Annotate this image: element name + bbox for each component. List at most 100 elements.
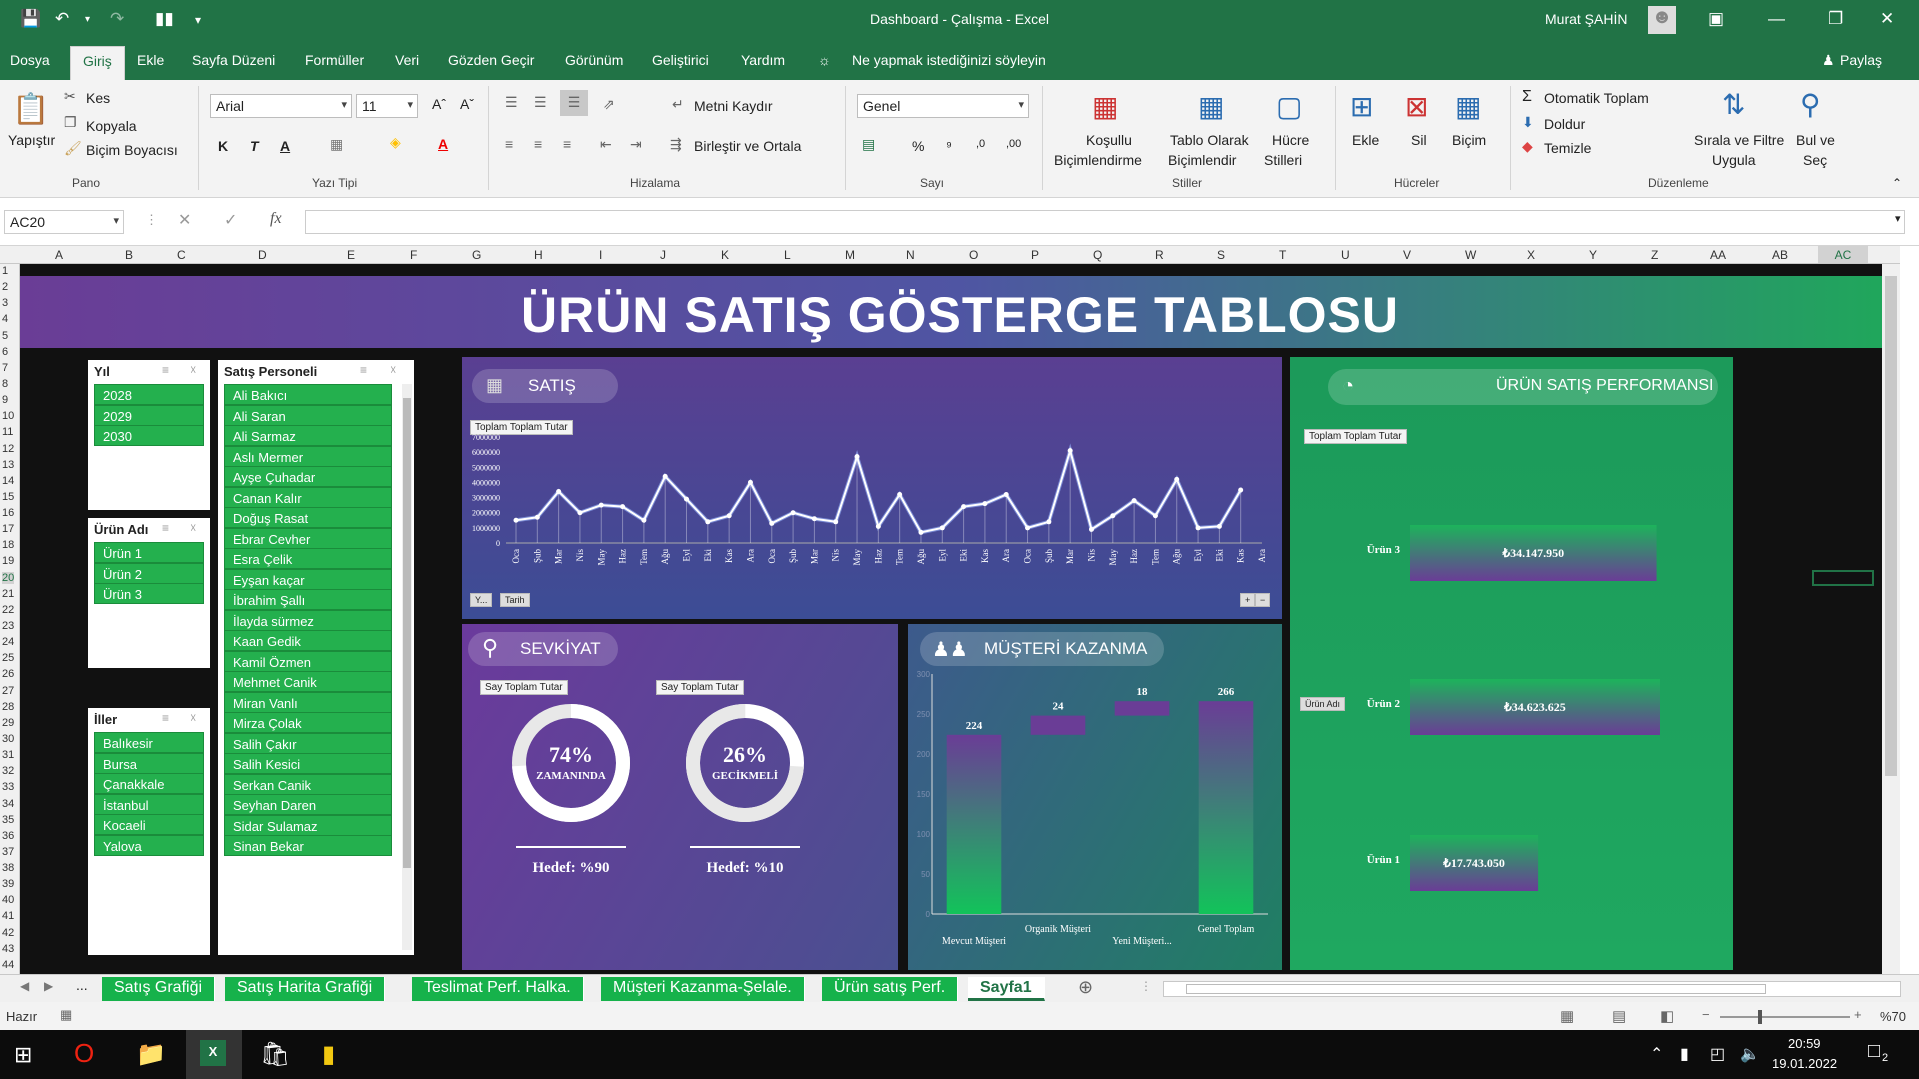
slicer-item[interactable]: Esra Çelik [224, 548, 392, 569]
slicer-item[interactable]: Mehmet Canik [224, 671, 392, 692]
restore-icon[interactable]: ❐ [1828, 9, 1843, 29]
autosum-icon[interactable]: Σ [1522, 88, 1532, 106]
align-right-icon[interactable]: ≡ [563, 136, 571, 152]
slicer-item[interactable]: Salih Kesici [224, 753, 392, 774]
column-header[interactable]: A [55, 248, 63, 262]
row-header[interactable]: 29 [2, 717, 14, 729]
user-name[interactable]: Murat ŞAHİN [1545, 11, 1627, 27]
row-header[interactable]: 12 [2, 443, 14, 455]
row-header[interactable]: 18 [2, 539, 14, 551]
column-header[interactable]: B [125, 248, 133, 262]
minimize-icon[interactable]: — [1768, 9, 1785, 29]
column-header[interactable]: M [845, 248, 855, 262]
sheet-tab-urun-satis-perf[interactable]: Ürün satış Perf. [822, 977, 959, 1001]
slicer-item[interactable]: Ürün 3 [94, 583, 204, 604]
excel-icon[interactable]: X [200, 1040, 226, 1066]
selected-cell[interactable] [1812, 570, 1874, 586]
row-header[interactable]: 32 [2, 765, 14, 777]
cut-button[interactable]: Kes [86, 90, 110, 106]
slicer-item[interactable]: Ali Sarmaz [224, 425, 392, 446]
avatar[interactable]: ☻ [1648, 6, 1676, 34]
insert-cells-button[interactable]: Ekle [1352, 132, 1379, 148]
slicer-item[interactable]: Mirza Çolak [224, 712, 392, 733]
row-header[interactable]: 14 [2, 475, 14, 487]
sheet-tab-teslimat[interactable]: Teslimat Perf. Halka. [412, 977, 584, 1001]
row-header[interactable]: 40 [2, 894, 14, 906]
increase-indent-icon[interactable]: ⇥ [630, 136, 642, 153]
fill-button[interactable]: Doldur [1544, 116, 1585, 132]
format-cells-icon[interactable]: ▦ [1455, 90, 1481, 123]
zoom-slider[interactable] [1720, 1010, 1850, 1024]
find-select-label-1[interactable]: Bul ve [1796, 132, 1835, 148]
row-header[interactable]: 28 [2, 701, 14, 713]
slicer-item[interactable]: Yalova [94, 834, 204, 856]
shrink-font-icon[interactable]: Aˇ [460, 96, 474, 112]
shipment-tag-2[interactable]: Say Toplam Tutar [656, 680, 744, 695]
grow-font-icon[interactable]: Aˆ [432, 96, 446, 112]
paste-icon[interactable]: 📋 [12, 92, 49, 127]
clear-filter-icon[interactable]: ☓ [190, 711, 196, 725]
multi-select-icon[interactable]: ≡ [360, 363, 367, 377]
tab-gozden-gecir[interactable]: Gözden Geçir [448, 52, 534, 68]
cell-styles-label-2[interactable]: Stilleri [1264, 152, 1302, 168]
tell-me-box[interactable]: Ne yapmak istediğinizi söyleyin [852, 52, 1046, 68]
row-header[interactable]: 39 [2, 878, 14, 890]
sheet-tab-sayfa1[interactable]: Sayfa1 [968, 977, 1045, 1001]
row-header[interactable]: 6 [2, 346, 8, 358]
tab-giris[interactable]: Giriş [70, 46, 125, 81]
zoom-level[interactable]: %70 [1880, 1009, 1906, 1024]
accounting-icon[interactable]: ▤ [862, 136, 875, 153]
multi-select-icon[interactable]: ≡ [162, 363, 169, 377]
column-header[interactable]: O [969, 248, 978, 262]
column-header[interactable]: H [534, 248, 543, 262]
shipment-tag-1[interactable]: Say Toplam Tutar [480, 680, 568, 695]
paste-button[interactable]: Yapıştır [8, 132, 55, 148]
column-header[interactable]: G [472, 248, 481, 262]
row-header[interactable]: 4 [2, 313, 8, 325]
slicer-item[interactable]: Seyhan Daren [224, 794, 392, 815]
delete-cells-button[interactable]: Sil [1411, 132, 1427, 148]
column-header[interactable]: U [1341, 248, 1350, 262]
opera-icon[interactable]: O [74, 1038, 94, 1069]
macro-record-icon[interactable]: ▦ [60, 1007, 72, 1023]
tab-gorunum[interactable]: Görünüm [565, 52, 623, 68]
format-as-table-label-1[interactable]: Tablo Olarak [1170, 132, 1249, 148]
align-middle-icon[interactable]: ☰ [534, 94, 547, 111]
multi-select-icon[interactable]: ≡ [162, 711, 169, 725]
slicer-item[interactable]: Ali Saran [224, 404, 392, 426]
slicer-item[interactable]: Aslı Mermer [224, 445, 392, 467]
row-header[interactable]: 20 [2, 571, 15, 584]
percent-button[interactable]: % [912, 138, 924, 154]
align-center-icon[interactable]: ≡ [534, 136, 542, 152]
row-header[interactable]: 21 [2, 588, 14, 600]
column-header-selected[interactable]: AC [1818, 246, 1868, 263]
tab-formuller[interactable]: Formüller [305, 52, 364, 68]
underline-button[interactable]: A [280, 138, 290, 154]
column-header[interactable]: P [1031, 248, 1039, 262]
format-as-table-label-2[interactable]: Biçimlendir [1168, 152, 1236, 168]
column-header[interactable]: W [1465, 248, 1476, 262]
column-header[interactable]: E [347, 248, 355, 262]
row-header[interactable]: 43 [2, 943, 14, 955]
sheet-tab-satis-grafigi[interactable]: Satış Grafiği [102, 977, 216, 1001]
slicer-item[interactable]: 2029 [94, 404, 204, 426]
align-left-icon[interactable]: ≡ [505, 136, 513, 152]
tab-split-icon[interactable]: ⋮ [1140, 979, 1152, 993]
column-header[interactable]: L [784, 248, 791, 262]
scrollbar-thumb[interactable] [1885, 276, 1897, 776]
row-header[interactable]: 24 [2, 636, 14, 648]
decrease-indent-icon[interactable]: ⇤ [600, 136, 612, 153]
expand-button[interactable]: + [1240, 593, 1256, 607]
fill-icon[interactable]: ⬇ [1522, 114, 1534, 131]
scrollbar-thumb[interactable] [403, 398, 411, 868]
slicer-item[interactable]: Ayşe Çuhadar [224, 466, 392, 487]
row-header[interactable]: 16 [2, 507, 14, 519]
row-header[interactable]: 42 [2, 927, 14, 939]
slicer-item[interactable]: Ali Bakıcı [224, 384, 392, 405]
slicer-item[interactable]: Doğuş Rasat [224, 507, 392, 528]
row-header[interactable]: 31 [2, 749, 14, 761]
slicer-item[interactable]: İstanbul [94, 793, 204, 815]
slicer-item[interactable]: Miran Vanlı [224, 691, 392, 713]
increase-decimal-icon[interactable]: ,0 [976, 138, 985, 150]
collapse-ribbon-icon[interactable]: ⌃ [1892, 176, 1902, 190]
